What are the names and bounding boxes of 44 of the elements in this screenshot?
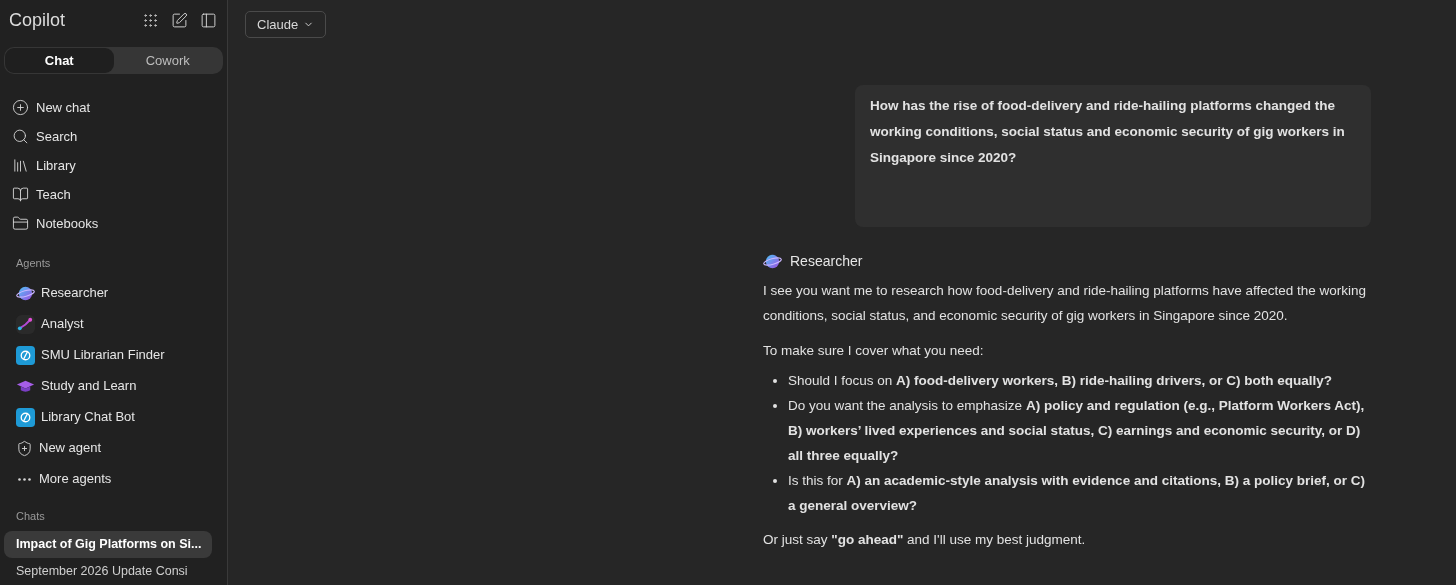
bullet-icon	[773, 379, 777, 383]
question-bullet: Is this for A) an academic-style analysis with evidence and citations, B) a policy brief, or C) a general overview?	[788, 472, 1366, 515]
agent-item[interactable]: Study and Learn	[4, 370, 223, 402]
add-icon	[12, 99, 29, 117]
app-title: Copilot	[9, 8, 66, 32]
nav-item[interactable]: New chat	[4, 93, 223, 123]
response-paragraph: Or just say "go ahead" and I'll use my best judgment.	[763, 531, 1087, 549]
bullet-icon	[773, 404, 777, 408]
agent-name: Researcher	[790, 252, 863, 271]
agent-item[interactable]: Analyst	[4, 308, 223, 340]
nav-item[interactable]: Search	[4, 122, 223, 152]
section-heading: Agents	[16, 255, 51, 271]
nav-item[interactable]: Teach	[4, 180, 223, 210]
response-paragraph: To make sure I cover what you need:	[763, 342, 985, 360]
folder-icon	[12, 215, 29, 233]
books-icon	[12, 157, 29, 175]
planet-icon	[763, 252, 782, 271]
chat-item[interactable]: Impact of Gig Platforms on Si...	[4, 531, 212, 558]
user-message: How has the rise of food-delivery and ride-hailing platforms changed the working conditions, social status and economic security of gig workers in Singapore since 2020?	[870, 98, 1345, 165]
agent-item[interactable]: More agents	[4, 463, 223, 495]
mode-tab[interactable]: Chat	[5, 47, 114, 74]
search-icon	[12, 128, 29, 146]
apps-icon[interactable]	[142, 11, 159, 29]
agent-item[interactable]: Researcher	[4, 277, 223, 309]
agent-tile-icon	[16, 407, 35, 427]
chat-item[interactable]: September 2026 Update Consi	[4, 558, 212, 585]
sidebar-toggle-icon[interactable]	[200, 11, 217, 29]
response-paragraph: I see you want me to research how food-delivery and ride-hailing platforms have affected the working conditions, social status, and economic security of gig workers in Singapore since 2020.	[763, 282, 1368, 325]
new-chat-icon[interactable]	[171, 11, 188, 29]
section-heading: Chats	[16, 509, 45, 525]
question-bullet: Should I focus on A) food-delivery workers, B) ride-hailing drivers, or C) both equally?	[788, 372, 1333, 390]
agent-item[interactable]: New agent	[4, 432, 223, 464]
model-picker[interactable]: Claude	[245, 11, 327, 38]
agent-item[interactable]: SMU Librarian Finder	[4, 339, 223, 371]
more-icon	[18, 477, 31, 481]
nav-item[interactable]: Library	[4, 151, 223, 181]
bullet-icon	[773, 479, 777, 483]
question-bullet: Do you want the analysis to emphasize A) policy and regulation (e.g., Platform Workers Act), B) workers’ lived experiences and social status, C) earnings and economic security, or D) all three equally?	[788, 397, 1366, 465]
agent-tile-icon	[16, 345, 35, 365]
book-icon	[12, 186, 29, 204]
agent-add-icon	[16, 439, 33, 457]
mode-tab[interactable]: Cowork	[113, 47, 222, 74]
agent-item[interactable]: Library Chat Bot	[4, 401, 223, 433]
nav-item[interactable]: Notebooks	[4, 209, 223, 239]
